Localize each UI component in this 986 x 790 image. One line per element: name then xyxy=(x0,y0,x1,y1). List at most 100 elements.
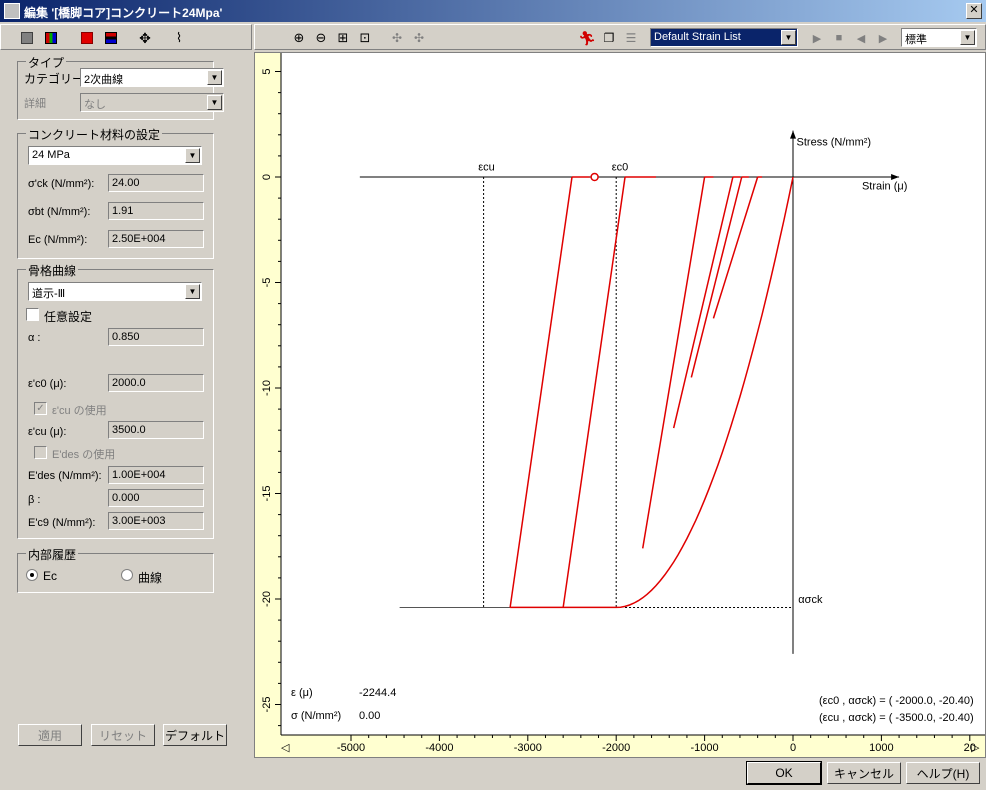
step-forward-icon[interactable]: ▶ xyxy=(873,28,893,48)
use-edes-checkbox[interactable] xyxy=(34,446,47,459)
chevron-down-icon[interactable]: ▼ xyxy=(207,70,222,85)
unloading-line xyxy=(672,176,734,429)
stress-strain-plot[interactable]: ◁ ▷ 5 0 -5 -10 -15 -20 -25 -5000 -4000 -3000 -2000 -1… xyxy=(254,52,986,758)
plot-toolbar: ⊕ ⊖ ⊞ ⊡ ✣ ✣ 🏃︎ ❐ ☰ Default Strain List ▼… xyxy=(254,24,986,50)
history-group: 内部履歴 Ec 曲線 xyxy=(17,546,214,593)
unloading-line xyxy=(509,176,573,608)
zoom-fit-icon[interactable]: ⊞ xyxy=(333,28,353,48)
material-group-title: コンクリート材料の設定 xyxy=(26,126,163,143)
edes-label: E'des (N/mm²): xyxy=(28,470,102,482)
copy-icon[interactable]: ❐ xyxy=(599,28,619,48)
note-eps-c0: (εc0 , ασck) = ( -2000.0, -20.40) xyxy=(819,695,974,707)
current-point-marker xyxy=(590,172,599,182)
step-back-icon[interactable]: ◀ xyxy=(851,28,871,48)
wave-tool-icon[interactable]: ⌇ xyxy=(169,28,189,48)
zoom-in-icon[interactable]: ⊕ xyxy=(289,28,309,48)
note-eps-cu: (εcu , ασck) = ( -3500.0, -20.40) xyxy=(819,712,974,724)
history-group-title: 内部履歴 xyxy=(26,546,79,563)
detail-label: 詳細 xyxy=(24,98,46,110)
history-ec-radio[interactable] xyxy=(26,569,38,581)
ec9-label: E'c9 (N/mm²): xyxy=(28,517,96,529)
x-tick-label: -2000 xyxy=(602,742,630,754)
chevron-down-icon[interactable]: ▼ xyxy=(185,148,200,163)
ec9-field: 3.00E+003 xyxy=(108,512,204,530)
use-ecu-label: ε'cu の使用 xyxy=(52,405,107,417)
chevron-down-icon[interactable]: ▼ xyxy=(185,284,200,299)
close-button[interactable]: ✕ xyxy=(966,3,982,19)
eps-c0-field: 2000.0 xyxy=(108,374,204,392)
ok-button[interactable]: OK xyxy=(746,761,822,785)
curve-select[interactable]: 道示-Ⅲ ▼ xyxy=(28,282,202,301)
strain-list-select[interactable]: Default Strain List ▼ xyxy=(650,28,798,47)
skeleton-group: 骨格曲線 道示-Ⅲ ▼ 任意設定 α : 0.850 ε'c0 (μ): 2000… xyxy=(17,262,214,539)
strain-axis-arrow xyxy=(891,174,900,180)
type-group: タイプ カテゴリー 2次曲線 ▼ 詳細 なし ▼ xyxy=(17,54,224,120)
reset-button[interactable]: リセット xyxy=(91,724,155,746)
move-icon[interactable]: ✥ xyxy=(135,28,155,48)
default-button[interactable]: デフォルト xyxy=(163,724,227,746)
material-group: コンクリート材料の設定 24 MPa ▼ σ'ck (N/mm²): 24.00 … xyxy=(17,126,214,259)
zoom-window-icon[interactable]: ⊡ xyxy=(355,28,375,48)
sigma-ck-field: 24.00 xyxy=(108,174,204,192)
view-mode-select[interactable]: 標準 ▼ xyxy=(901,28,977,47)
y-tick-label: 5 xyxy=(261,68,273,74)
eps-cu-field: 3500.0 xyxy=(108,421,204,439)
sigma-bt-label: σbt (N/mm²): xyxy=(28,206,91,218)
envelope-curve xyxy=(510,176,794,609)
apply-button[interactable]: 適用 xyxy=(18,724,82,746)
readout-sigma-value: 0.00 xyxy=(359,710,381,722)
x-tick-label: -1000 xyxy=(691,742,719,754)
runner-icon[interactable]: 🏃︎ xyxy=(577,28,597,48)
sigma-ck-label: σ'ck (N/mm²): xyxy=(28,178,95,190)
stop-icon[interactable]: ■ xyxy=(829,28,849,48)
red-square-icon[interactable] xyxy=(77,28,97,48)
eps-c0-marker: εc0 xyxy=(612,162,629,174)
chevron-down-icon[interactable]: ▼ xyxy=(207,95,222,110)
gray-square-icon[interactable] xyxy=(17,28,37,48)
sigma-bt-field: 1.91 xyxy=(108,202,204,220)
y-tick-label: -15 xyxy=(261,486,273,502)
x-tick-label: -4000 xyxy=(425,742,453,754)
skeleton-group-title: 骨格曲線 xyxy=(26,262,79,279)
y-tick-label: -10 xyxy=(261,380,273,396)
app-icon xyxy=(4,3,20,19)
play-icon[interactable]: ▶ xyxy=(807,28,827,48)
pan-icon[interactable]: ✣ xyxy=(387,28,407,48)
chart-svg[interactable]: ◁ ▷50-5-10-15-20-25-5000 -4000 -3000 -2000 -1… xyxy=(255,53,985,757)
y-tick-label: 0 xyxy=(261,174,273,180)
history-curve-label: 曲線 xyxy=(138,571,163,585)
edes-field: 1.00E+004 xyxy=(108,466,204,484)
zoom-out-icon[interactable]: ⊖ xyxy=(311,28,331,48)
history-ec-label: Ec xyxy=(43,569,58,583)
chevron-down-icon[interactable]: ▼ xyxy=(781,30,796,45)
x-tick-label: 1000 xyxy=(869,742,893,754)
eps-cu-label: ε'cu (μ): xyxy=(28,426,67,438)
material-select[interactable]: 24 MPa ▼ xyxy=(28,146,202,165)
use-edes-label: E'des の使用 xyxy=(52,449,116,461)
custom-label: 任意設定 xyxy=(44,310,93,324)
beta-field: 0.000 xyxy=(108,489,204,507)
y-tick-label: -20 xyxy=(261,591,273,607)
readout-eps-label: ε (μ) xyxy=(291,687,313,699)
x-axis-left-arrow: ◁ xyxy=(281,742,290,754)
readout-eps-value: -2244.4 xyxy=(359,687,397,699)
color-grid-icon[interactable] xyxy=(101,28,121,48)
cancel-button[interactable]: キャンセル xyxy=(827,762,901,784)
detail-select[interactable]: なし ▼ xyxy=(80,93,224,112)
history-curve-radio[interactable] xyxy=(121,569,133,581)
y-tick-label: -25 xyxy=(261,697,273,713)
window-title: 編集 '[橋脚コア]コンクリート24Mpa' xyxy=(24,6,223,20)
list-icon[interactable]: ☰ xyxy=(621,28,641,48)
pan-alt-icon[interactable]: ✣ xyxy=(409,28,429,48)
readout-sigma-label: σ (N/mm²) xyxy=(291,710,342,722)
y-tick-label: -5 xyxy=(261,278,273,288)
grid-color-icon[interactable] xyxy=(41,28,61,48)
stress-axis-arrow xyxy=(790,130,796,139)
beta-label: β : xyxy=(28,494,41,506)
category-select[interactable]: 2次曲線 ▼ xyxy=(80,68,224,87)
help-button[interactable]: ヘルプ(H) xyxy=(906,762,980,784)
category-label: カテゴリー xyxy=(24,72,85,86)
use-ecu-checkbox[interactable]: ✓ xyxy=(34,402,47,415)
chevron-down-icon[interactable]: ▼ xyxy=(960,30,975,45)
custom-checkbox[interactable] xyxy=(26,308,39,321)
